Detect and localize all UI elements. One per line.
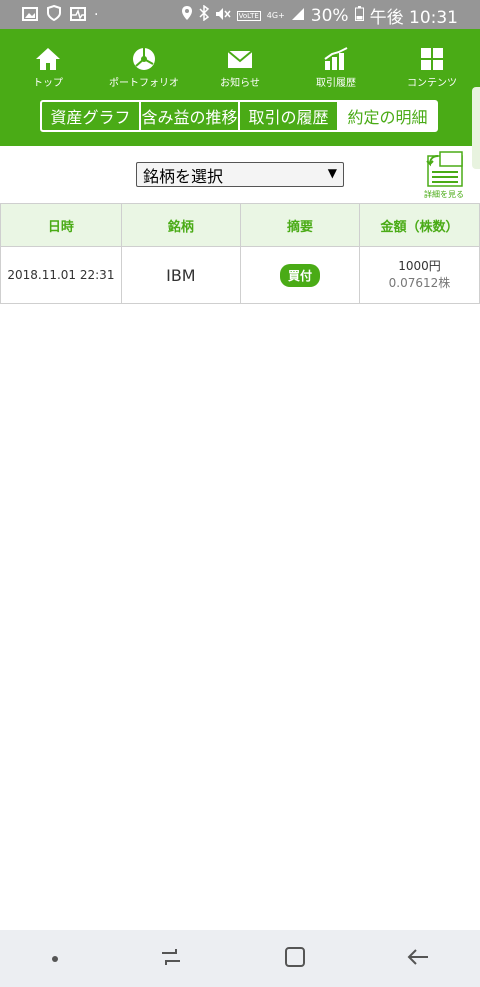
status-right: VoLTE 4G+ 30% 午後 10:31 — [181, 3, 458, 28]
selector-area: 銘柄を選択 ▼ 詳細を見る — [0, 146, 480, 202]
main-content: 銘柄を選択 ▼ 詳細を見る 日時 銘柄 摘要 金額（株数） 2018.11.01… — [0, 146, 480, 304]
nav-label: コンテンツ — [407, 78, 457, 89]
bar-chart-icon — [324, 47, 348, 70]
tab-unrealized-gain[interactable]: 含み益の推移 — [141, 102, 240, 130]
row-amount: 1000円 — [398, 259, 441, 273]
nav-dot-icon[interactable] — [50, 949, 60, 968]
status-left: · — [22, 4, 99, 25]
dropdown-arrow-icon: ▼ — [327, 166, 337, 180]
mute-icon — [215, 6, 231, 26]
location-icon — [181, 5, 193, 26]
tab-execution-details[interactable]: 約定の明細 — [339, 102, 436, 130]
home-icon — [36, 48, 60, 70]
row-shares: 0.07612株 — [388, 276, 451, 290]
nav-contents[interactable]: コンテンツ — [387, 29, 477, 91]
activity-icon — [70, 6, 86, 25]
android-nav-bar — [0, 930, 480, 987]
pie-chart-icon — [133, 48, 155, 70]
row-amount-cell: 1000円 0.07612株 — [358, 246, 480, 304]
col-type-header: 摘要 — [239, 203, 360, 247]
network-label: 4G+ — [266, 11, 285, 20]
detail-button[interactable]: 詳細を見る — [424, 150, 464, 200]
col-amount-header: 金額（株数） — [358, 203, 480, 247]
volte-icon: VoLTE — [236, 10, 261, 21]
nav-top[interactable]: トップ — [3, 29, 93, 91]
row-type-cell: 買付 — [239, 246, 360, 304]
table-row[interactable]: 2018.11.01 22:31 IBM 買付 1000円 0.07612株 — [0, 246, 480, 304]
bluetooth-icon — [199, 4, 209, 26]
gallery-icon — [22, 6, 38, 25]
row-date: 2018.11.01 22:31 — [0, 246, 122, 304]
grid-icon — [421, 48, 443, 70]
trade-table: 日時 銘柄 摘要 金額（株数） 2018.11.01 22:31 IBM 買付 … — [0, 203, 480, 304]
details-icon — [426, 151, 463, 187]
tab-trade-history[interactable]: 取引の履歴 — [240, 102, 339, 130]
col-name-header: 銘柄 — [120, 203, 241, 247]
col-date-header: 日時 — [0, 203, 122, 247]
dot-icon: · — [94, 7, 99, 23]
battery-text: 30% — [310, 5, 349, 26]
back-icon[interactable] — [406, 945, 430, 973]
mail-icon — [227, 50, 253, 68]
table-header-row: 日時 銘柄 摘要 金額（株数） — [0, 203, 480, 247]
nav-news[interactable]: お知らせ — [195, 29, 285, 91]
signal-icon — [291, 6, 305, 26]
nav-label: トップ — [33, 78, 63, 89]
nav-label: お知らせ — [220, 78, 260, 89]
nav-portfolio[interactable]: ポートフォリオ — [99, 29, 189, 91]
sub-tabs: 資産グラフ 含み益の推移 取引の履歴 約定の明細 — [40, 100, 438, 132]
nav-history[interactable]: 取引履歴 — [291, 29, 381, 91]
status-bar: · VoLTE 4G+ 30% 午後 10:31 — [0, 0, 480, 29]
nav-label: ポートフォリオ — [109, 78, 179, 89]
stock-select-value: 銘柄を選択 — [143, 166, 224, 186]
top-nav: トップ ポートフォリオ お知らせ 取引履歴 コンテンツ — [0, 29, 480, 91]
recents-icon[interactable] — [159, 945, 183, 973]
detail-label: 詳細を見る — [424, 190, 464, 199]
clock: 午後 10:31 — [369, 8, 458, 28]
tab-asset-graph[interactable]: 資産グラフ — [42, 102, 141, 130]
shield-icon — [46, 4, 62, 25]
buy-badge: 買付 — [279, 263, 320, 287]
app-header: トップ ポートフォリオ お知らせ 取引履歴 コンテンツ 資産グラフ 含み益の推移… — [0, 29, 480, 169]
stock-select[interactable]: 銘柄を選択 ▼ — [136, 162, 344, 187]
battery-icon — [354, 5, 364, 26]
nav-label: 取引履歴 — [316, 78, 356, 89]
home-button-icon[interactable] — [283, 945, 307, 973]
row-stock-name: IBM — [120, 246, 241, 304]
